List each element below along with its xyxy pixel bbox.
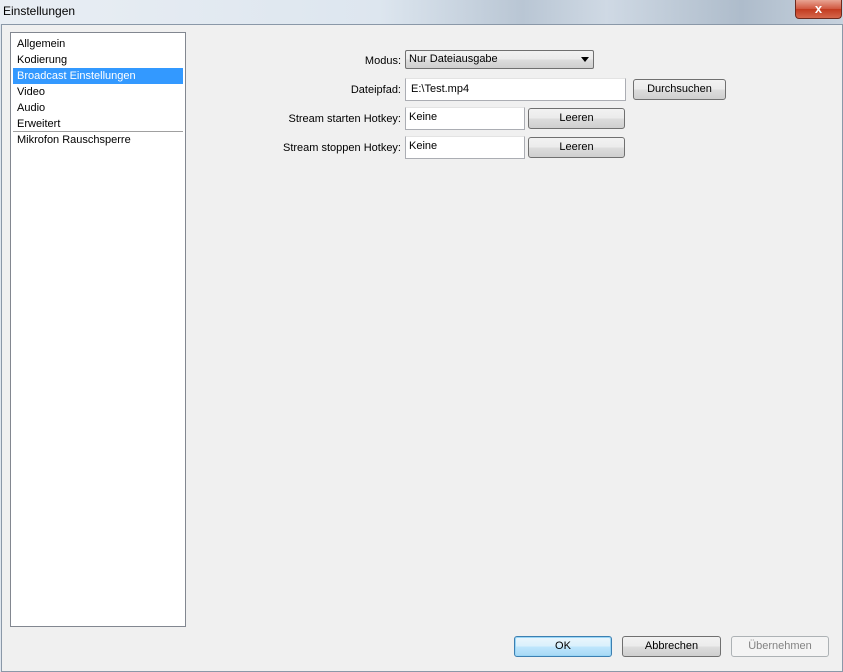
sidebar-item-erweitert[interactable]: Erweitert: [13, 116, 183, 132]
mode-select-value: Nur Dateiausgabe: [409, 53, 498, 65]
apply-button[interactable]: Übernehmen: [731, 636, 829, 657]
start-hotkey-input[interactable]: Keine: [405, 107, 525, 130]
sidebar-item-audio[interactable]: Audio: [13, 100, 183, 116]
start-hotkey-label: Stream starten Hotkey:: [288, 113, 402, 125]
dialog-client-area: Allgemein Kodierung Broadcast Einstellun…: [1, 24, 843, 672]
title-bar: Einstellungen x: [0, 0, 843, 24]
settings-category-list[interactable]: Allgemein Kodierung Broadcast Einstellun…: [10, 32, 186, 627]
sidebar-item-kodierung[interactable]: Kodierung: [13, 52, 183, 68]
close-button[interactable]: x: [795, 0, 842, 19]
filepath-label: Dateipfad:: [350, 84, 401, 96]
mode-select[interactable]: Nur Dateiausgabe: [405, 50, 594, 69]
clear-stop-hotkey-button[interactable]: Leeren: [528, 137, 625, 158]
sidebar-item-mikrofon-rauschsperre[interactable]: Mikrofon Rauschsperre: [13, 132, 183, 148]
sidebar-item-allgemein[interactable]: Allgemein: [13, 36, 183, 52]
mode-label: Modus:: [364, 55, 401, 67]
stop-hotkey-label: Stream stoppen Hotkey:: [282, 142, 401, 154]
filepath-input[interactable]: E:\Test.mp4: [405, 78, 626, 101]
sidebar-item-video[interactable]: Video: [13, 84, 183, 100]
chevron-down-icon: [581, 57, 589, 62]
stop-hotkey-input[interactable]: Keine: [405, 136, 525, 159]
ok-button[interactable]: OK: [514, 636, 612, 657]
cancel-button[interactable]: Abbrechen: [622, 636, 721, 657]
clear-start-hotkey-button[interactable]: Leeren: [528, 108, 625, 129]
close-icon: x: [814, 1, 823, 16]
sidebar-item-broadcast-einstellungen[interactable]: Broadcast Einstellungen: [13, 68, 183, 84]
browse-button[interactable]: Durchsuchen: [633, 79, 726, 100]
window-title: Einstellungen: [3, 4, 76, 18]
